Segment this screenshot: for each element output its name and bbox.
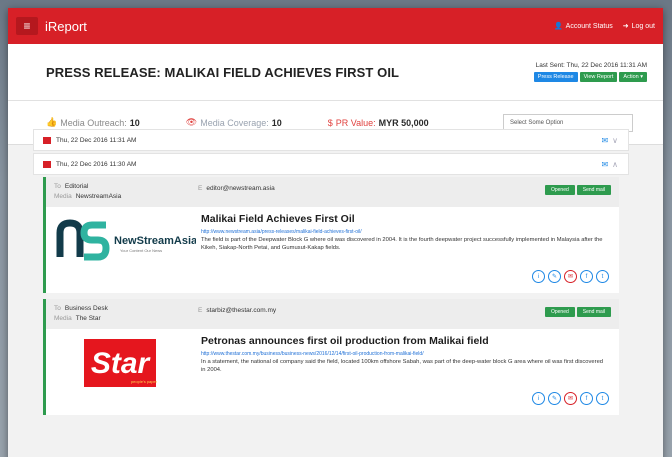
card-body: NewStreamAsia Your Content Our News Mali… [46,207,619,293]
account-status-label: Account Status [565,23,613,30]
info-icon[interactable]: i [532,270,545,283]
email-label: E [198,185,203,192]
hamburger-menu-icon[interactable]: ≡ [16,17,38,35]
email-address: starbiz@thestar.com.my [206,307,277,314]
email-share-icon[interactable]: ✉ [564,270,577,283]
opened-button[interactable]: Opened [544,307,575,317]
mail-icon[interactable]: ✉ [601,160,608,169]
coverage-card: To Editorial Media NewstreamAsia Eeditor@n… [43,177,619,293]
app-name: iReport [45,18,87,34]
mail-icon[interactable]: ✉ [601,136,608,145]
media-coverage-value: 10 [271,117,282,128]
logout-icon: ➜ [622,23,629,30]
info-icon[interactable]: i [532,392,545,405]
release-date: Thu, 22 Dec 2016 11:30 AM [56,160,137,168]
newstreamasia-logo: NewStreamAsia Your Content Our News [56,217,198,265]
to-label: To [54,305,61,312]
calendar-icon [43,137,51,144]
recipient: Business Desk [64,305,108,312]
release-date: Thu, 22 Dec 2016 11:31 AM [56,136,137,144]
opened-button[interactable]: Opened [544,185,575,195]
edit-icon[interactable]: ✎ [548,392,561,405]
pr-value-amount: MYR 50,000 [378,117,429,128]
card-body: Star people's paper Petronas announces f… [46,329,619,415]
to-label: To [54,183,61,190]
media-name: The Star [75,315,101,322]
the-star-logo: Star people's paper [56,339,196,387]
coverage-card: To Business Desk Media The Star Estarbiz@t… [43,299,619,415]
pr-value-label: PR Value: [335,117,376,128]
media-outreach-stat: 👍 Media Outreach: 10 [46,117,140,128]
send-mail-button[interactable]: Send mail [576,185,611,195]
article-snippet: In a statement, the national oil company… [201,359,604,373]
share-actions: i ✎ ✉ f t [532,392,609,405]
logo-tagline: Your Content Our News [120,248,162,253]
eye-icon: 👁 [185,117,198,127]
article-headline[interactable]: Petronas announces first oil production … [201,335,489,347]
share-actions: i ✎ ✉ f t [532,270,609,283]
media-coverage-stat: 👁 Media Coverage: 10 [186,117,282,128]
pr-value-stat: $ PR Value: MYR 50,000 [328,118,429,128]
media-coverage-label: Media Coverage: [200,117,269,128]
releases-list: Thu, 22 Dec 2016 11:31 AM ✉ ∨ Thu, 22 Dec… [33,129,629,421]
recipient: Editorial [64,183,89,190]
email-share-icon[interactable]: ✉ [564,392,577,405]
page-title: PRESS RELEASE: MALIKAI FIELD ACHIEVES FI… [46,64,400,80]
article-snippet: The field is part of the Deepwater Block… [201,237,603,251]
page-header: PRESS RELEASE: MALIKAI FIELD ACHIEVES FI… [8,44,663,101]
twitter-icon[interactable]: t [596,392,609,405]
calendar-icon [43,161,51,168]
article-link[interactable]: http://www.newstream.asia/press-releases… [201,229,362,235]
facebook-icon[interactable]: f [580,270,593,283]
card-header: To Editorial Media NewstreamAsia Eeditor@n… [46,177,619,207]
star-tagline: people's paper [131,379,158,384]
press-release-button[interactable]: Press Release [533,72,578,82]
thumbs-up-icon: 👍 [46,117,58,127]
chevron-up-icon[interactable]: ∧ [612,160,618,169]
facebook-icon[interactable]: f [580,392,593,405]
logout-label: Log out [631,23,655,30]
card-header: To Business Desk Media The Star Estarbiz@t… [46,299,619,329]
email-label: E [198,307,203,314]
edit-icon[interactable]: ✎ [548,270,561,283]
logout-link[interactable]: ➜ Log out [623,22,655,30]
article-link[interactable]: http://www.thestar.com.my/business/busin… [201,351,424,357]
media-outreach-label: Media Outreach: [60,117,127,128]
user-icon: 👤 [553,23,563,30]
top-navbar: ≡ iReport 👤 Account Status ➜ Log out [8,8,663,44]
logo-wordmark: NewStreamAsia [114,235,196,247]
send-mail-button[interactable]: Send mail [576,307,611,317]
last-sent-text: Last Sent: Thu, 22 Dec 2016 11:31 AM [535,62,647,69]
account-status-link[interactable]: 👤 Account Status [554,22,613,30]
article-headline[interactable]: Malikai Field Achieves First Oil [201,213,355,225]
chevron-down-icon[interactable]: ∨ [612,136,618,145]
star-wordmark: Star [91,347,152,380]
email-address: editor@newstream.asia [206,185,275,192]
view-report-button[interactable]: View Report [579,72,618,82]
media-name: NewstreamAsia [75,193,122,200]
media-label: Media [54,193,72,200]
media-outreach-value: 10 [129,117,140,128]
release-row[interactable]: Thu, 22 Dec 2016 11:30 AM ✉ ∧ [33,153,629,175]
action-dropdown-button[interactable]: Action ▾ [619,72,647,82]
release-row[interactable]: Thu, 22 Dec 2016 11:31 AM ✉ ∨ [33,129,629,151]
dollar-icon: $ [327,117,333,128]
twitter-icon[interactable]: t [596,270,609,283]
media-label: Media [54,315,72,322]
